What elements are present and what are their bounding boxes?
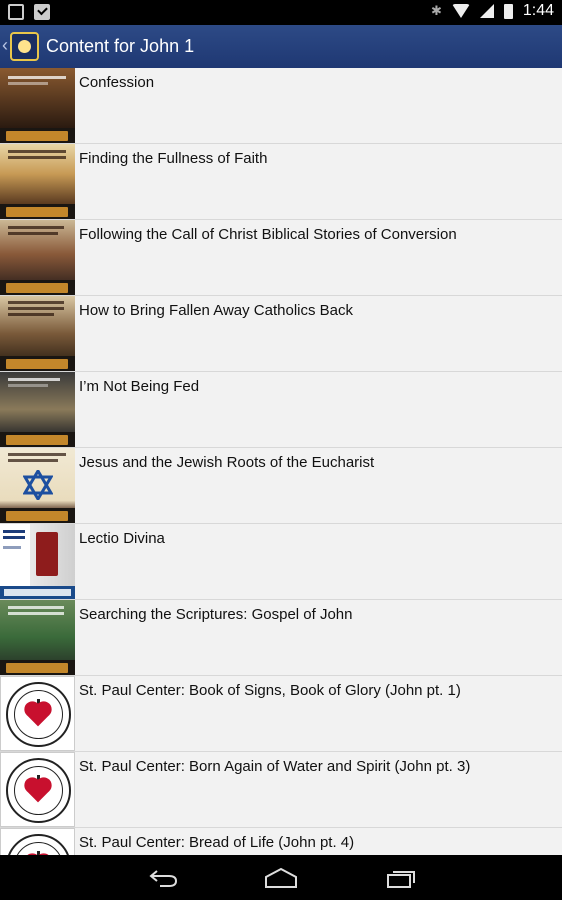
list-item-label: St. Paul Center: Born Again of Water and… bbox=[79, 758, 471, 775]
navigation-bar bbox=[0, 855, 562, 900]
wifi-icon bbox=[451, 4, 470, 18]
battery-icon bbox=[503, 3, 513, 19]
list-item[interactable]: Finding the Fullness of Faith bbox=[0, 144, 562, 220]
list-item[interactable]: Following the Call of Christ Biblical St… bbox=[0, 220, 562, 296]
list-item[interactable]: St. Paul Center: Book of Signs, Book of … bbox=[0, 676, 562, 752]
list-item-label: St. Paul Center: Bread of Life (John pt.… bbox=[79, 834, 355, 851]
chevron-left-icon: ‹ bbox=[2, 35, 8, 55]
list-item-label: Finding the Fullness of Faith bbox=[79, 150, 268, 167]
cover-thumbnail bbox=[0, 676, 75, 751]
signal-icon bbox=[479, 4, 494, 18]
lighthouse-logo-icon bbox=[6, 359, 68, 369]
book-icon bbox=[36, 532, 58, 576]
home-icon[interactable] bbox=[264, 867, 298, 889]
list-item-label: St. Paul Center: Book of Signs, Book of … bbox=[79, 682, 461, 699]
list-item[interactable]: St. Paul Center: Born Again of Water and… bbox=[0, 752, 562, 828]
cover-thumbnail bbox=[0, 296, 75, 371]
list-item-label: Lectio Divina bbox=[79, 530, 165, 547]
image-icon bbox=[8, 4, 24, 20]
list-item[interactable]: Searching the Scriptures: Gospel of John bbox=[0, 600, 562, 676]
cover-thumbnail bbox=[0, 220, 75, 295]
cover-thumbnail bbox=[0, 524, 75, 599]
recent-apps-icon[interactable] bbox=[386, 868, 418, 888]
list-item-label: Searching the Scriptures: Gospel of John bbox=[79, 606, 353, 623]
cover-thumbnail bbox=[0, 68, 75, 143]
list-item[interactable]: Jesus and the Jewish Roots of the Euchar… bbox=[0, 448, 562, 524]
truth-be-told-logo-icon bbox=[0, 586, 75, 599]
list-item[interactable]: Lectio Divina bbox=[0, 524, 562, 600]
lighthouse-logo-icon bbox=[6, 511, 68, 521]
check-clipboard-icon bbox=[34, 4, 50, 20]
list-item[interactable]: Confession bbox=[0, 68, 562, 144]
list-item[interactable]: St. Paul Center: Bread of Life (John pt.… bbox=[0, 828, 562, 855]
status-time: 1:44 bbox=[522, 2, 554, 19]
lighthouse-logo-icon bbox=[6, 435, 68, 445]
lighthouse-logo-icon bbox=[6, 663, 68, 673]
lighthouse-logo-icon bbox=[6, 283, 68, 293]
back-icon[interactable] bbox=[148, 868, 178, 888]
page-title: Content for John 1 bbox=[46, 36, 195, 56]
app-logo-icon bbox=[10, 32, 39, 61]
list-item-label: How to Bring Fallen Away Catholics Back bbox=[79, 302, 354, 319]
cover-thumbnail bbox=[0, 752, 75, 827]
cover-thumbnail bbox=[0, 372, 75, 447]
cover-thumbnail bbox=[0, 448, 75, 523]
cover-thumbnail bbox=[0, 144, 75, 219]
star-of-david-icon bbox=[23, 470, 53, 500]
action-bar: ‹ Content for John 1 bbox=[0, 25, 562, 68]
list-item-label: I’m Not Being Fed bbox=[79, 378, 200, 395]
lighthouse-logo-icon bbox=[6, 131, 68, 141]
list-item[interactable]: How to Bring Fallen Away Catholics Back bbox=[0, 296, 562, 372]
cover-thumbnail bbox=[0, 828, 75, 855]
cover-thumbnail bbox=[0, 600, 75, 675]
list-item-label: Jesus and the Jewish Roots of the Euchar… bbox=[79, 454, 375, 471]
list-item[interactable]: I’m Not Being Fed bbox=[0, 372, 562, 448]
content-list[interactable]: Confession Finding the Fullness of Faith… bbox=[0, 68, 562, 855]
status-bar: ✱ 1:44 bbox=[0, 0, 562, 25]
list-item-label: Following the Call of Christ Biblical St… bbox=[79, 226, 457, 243]
bluetooth-icon: ✱ bbox=[430, 3, 442, 18]
lighthouse-logo-icon bbox=[6, 207, 68, 217]
list-item-label: Confession bbox=[79, 74, 155, 91]
